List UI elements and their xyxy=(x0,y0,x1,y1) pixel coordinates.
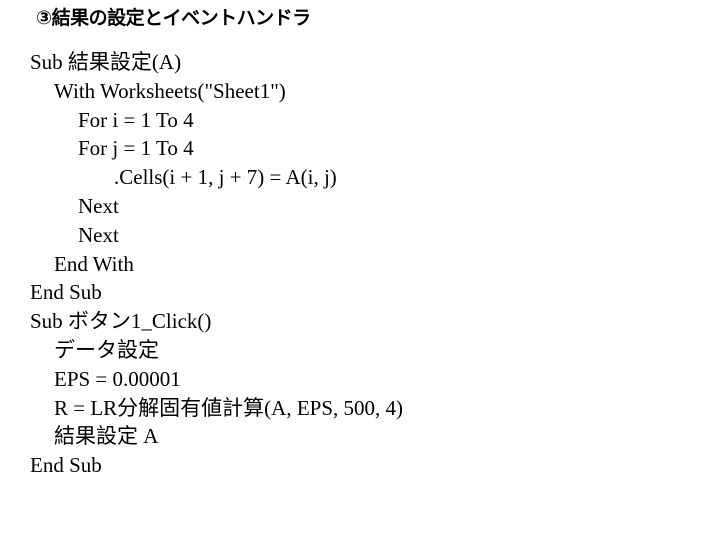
code-line-next-i: Next xyxy=(78,222,119,247)
code-block: Sub 結果設定(A) With Worksheets("Sheet1") Fo… xyxy=(30,48,403,480)
code-line-sub-button-click: Sub ボタン1_Click() xyxy=(30,309,212,334)
code-line-cells-assign: .Cells(i + 1, j + 7) = A(i, j) xyxy=(114,165,337,190)
code-line-with-worksheets: With Worksheets("Sheet1") xyxy=(54,78,286,103)
slide-title: ③結果の設定とイベントハンドラ xyxy=(36,7,311,29)
code-line-lr-eigen: R = LR分解固有値計算(A, EPS, 500, 4) xyxy=(54,395,404,420)
code-line-for-j: For j = 1 To 4 xyxy=(78,136,194,161)
code-line-next-j: Next xyxy=(78,193,119,218)
code-line-sub-result: Sub 結果設定(A) xyxy=(30,50,182,74)
code-line-data-setup: データ設定 xyxy=(54,337,159,362)
code-line-end-sub-2: End Sub xyxy=(30,453,102,478)
code-line-for-i: For i = 1 To 4 xyxy=(78,107,194,132)
code-line-end-with: End With xyxy=(54,251,134,276)
code-line-result-call: 結果設定 A xyxy=(54,424,159,449)
code-line-end-sub: End Sub xyxy=(30,280,102,305)
code-line-eps: EPS = 0.00001 xyxy=(54,366,181,391)
